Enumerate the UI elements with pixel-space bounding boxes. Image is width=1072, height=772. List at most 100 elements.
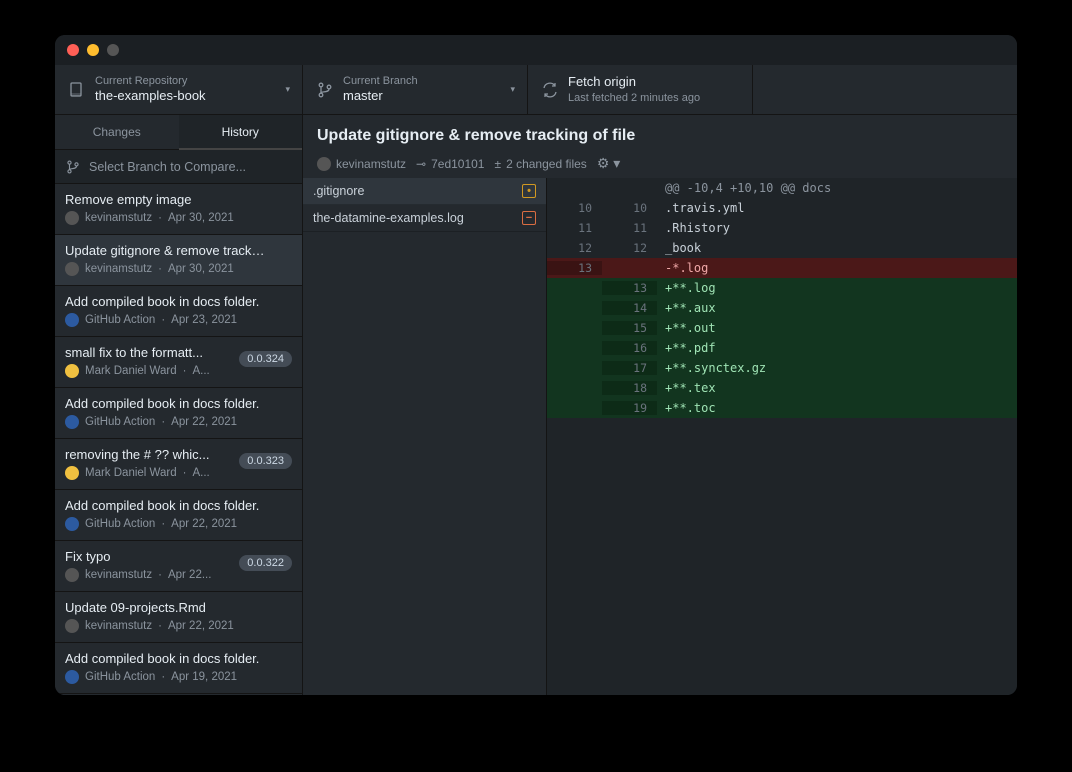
commit-item-title: Remove empty image bbox=[65, 192, 265, 207]
compare-placeholder: Select Branch to Compare... bbox=[89, 160, 246, 174]
diff-line: 1111.Rhistory bbox=[547, 218, 1017, 238]
diff-line: 16+**.pdf bbox=[547, 338, 1017, 358]
commit-item-title: Add compiled book in docs folder. bbox=[65, 498, 265, 513]
commit-item-author: kevinamstutz bbox=[85, 263, 152, 275]
changed-files-count[interactable]: ± 2 changed files bbox=[494, 157, 586, 171]
chevron-down-icon: ▾ bbox=[510, 84, 515, 95]
commit-item[interactable]: Add compiled book in docs folder. GitHub… bbox=[55, 286, 302, 337]
tab-history[interactable]: History bbox=[179, 115, 303, 150]
avatar bbox=[317, 157, 331, 171]
fetch-meta: Last fetched 2 minutes ago bbox=[568, 91, 700, 105]
commit-item-title: Update gitignore & remove tracki... bbox=[65, 243, 265, 258]
fetch-label: Fetch origin bbox=[568, 74, 700, 91]
tab-changes[interactable]: Changes bbox=[55, 115, 179, 150]
avatar bbox=[65, 517, 79, 531]
commit-item-author: GitHub Action bbox=[85, 518, 155, 530]
commit-list[interactable]: Remove empty image kevinamstutz ·Apr 30,… bbox=[55, 184, 302, 695]
commit-title: Update gitignore & remove tracking of fi… bbox=[317, 127, 1003, 145]
diff-line: 1212_book bbox=[547, 238, 1017, 258]
file-name: .gitignore bbox=[313, 184, 364, 198]
minimize-window-button[interactable] bbox=[87, 44, 99, 56]
avatar bbox=[65, 619, 79, 633]
commit-item[interactable]: Remove empty image kevinamstutz ·Apr 30,… bbox=[55, 184, 302, 235]
commit-item[interactable]: Update gitignore & remove tracki... kevi… bbox=[55, 235, 302, 286]
avatar bbox=[65, 211, 79, 225]
fetch-origin-button[interactable]: Fetch origin Last fetched 2 minutes ago bbox=[528, 65, 753, 114]
commit-item-title: Add compiled book in docs folder. bbox=[65, 651, 265, 666]
chevron-down-icon: ▾ bbox=[285, 84, 290, 95]
avatar bbox=[65, 262, 79, 276]
commit-item-title: small fix to the formatt... bbox=[65, 345, 265, 360]
commit-item-date: Apr 30, 2021 bbox=[168, 212, 234, 224]
commit-item-title: removing the # ?? whic... bbox=[65, 447, 265, 462]
diff-line: 18+**.tex bbox=[547, 378, 1017, 398]
commit-header: Update gitignore & remove tracking of fi… bbox=[303, 115, 1017, 178]
changed-file-list[interactable]: .gitignore •the-datamine-examples.log − bbox=[303, 178, 547, 695]
commit-author: kevinamstutz bbox=[317, 157, 406, 171]
avatar bbox=[65, 313, 79, 327]
diff-line: 13+**.log bbox=[547, 278, 1017, 298]
repo-icon bbox=[69, 82, 85, 98]
commit-item[interactable]: Add compiled book in docs folder. GitHub… bbox=[55, 490, 302, 541]
branch-name: master bbox=[343, 88, 418, 105]
branch-icon bbox=[317, 82, 333, 98]
file-status-icon: − bbox=[522, 211, 536, 225]
sidebar-tabs: Changes History bbox=[55, 115, 302, 150]
file-status-icon: • bbox=[522, 184, 536, 198]
commit-item-author: Mark Daniel Ward bbox=[85, 365, 177, 377]
branch-icon bbox=[65, 159, 81, 175]
avatar bbox=[65, 466, 79, 480]
repo-label: Current Repository bbox=[95, 74, 206, 88]
diff-line: 1010.travis.yml bbox=[547, 198, 1017, 218]
commit-item-title: Add compiled book in docs folder. bbox=[65, 396, 265, 411]
avatar bbox=[65, 670, 79, 684]
commit-sha[interactable]: ⊸ 7ed10101 bbox=[416, 157, 484, 171]
changed-file[interactable]: .gitignore • bbox=[303, 178, 546, 205]
commit-tag: 0.0.322 bbox=[239, 555, 292, 571]
avatar bbox=[65, 364, 79, 378]
commit-item-date: Apr 22, 2021 bbox=[171, 518, 237, 530]
diff-view[interactable]: @@ -10,4 +10,10 @@ docs 1010.travis.yml11… bbox=[547, 178, 1017, 695]
diff-hunk-header: @@ -10,4 +10,10 @@ docs bbox=[657, 181, 1017, 195]
changed-file[interactable]: the-datamine-examples.log − bbox=[303, 205, 546, 232]
diff-line: 14+**.aux bbox=[547, 298, 1017, 318]
current-repository-dropdown[interactable]: Current Repository the-examples-book ▾ bbox=[55, 65, 303, 114]
commit-item-author: kevinamstutz bbox=[85, 620, 152, 632]
commit-icon: ⊸ bbox=[416, 157, 426, 171]
commit-tag: 0.0.324 bbox=[239, 351, 292, 367]
commit-item-date: Apr 23, 2021 bbox=[171, 314, 237, 326]
current-branch-dropdown[interactable]: Current Branch master ▾ bbox=[303, 65, 528, 114]
diff-icon: ± bbox=[494, 157, 501, 171]
commit-item-date: Apr 19, 2021 bbox=[171, 671, 237, 683]
commit-item[interactable]: Fix typo kevinamstutz ·Apr 22... 0.0.322 bbox=[55, 541, 302, 592]
diff-line: 19+**.toc bbox=[547, 398, 1017, 418]
close-window-button[interactable] bbox=[67, 44, 79, 56]
file-name: the-datamine-examples.log bbox=[313, 211, 464, 225]
commit-item[interactable]: removing the # ?? whic... Mark Daniel Wa… bbox=[55, 439, 302, 490]
diff-options-button[interactable]: ⚙ ▾ bbox=[597, 155, 620, 172]
diff-line: 17+**.synctex.gz bbox=[547, 358, 1017, 378]
titlebar bbox=[55, 35, 1017, 65]
commit-item-date: Apr 22, 2021 bbox=[171, 416, 237, 428]
diff-line: 15+**.out bbox=[547, 318, 1017, 338]
maximize-window-button[interactable] bbox=[107, 44, 119, 56]
commit-item[interactable]: Add compiled book in docs folder. GitHub… bbox=[55, 388, 302, 439]
commit-item-author: kevinamstutz bbox=[85, 212, 152, 224]
main-pane: Update gitignore & remove tracking of fi… bbox=[303, 115, 1017, 695]
branch-compare-select[interactable]: Select Branch to Compare... bbox=[55, 150, 302, 184]
commit-item[interactable]: Update 09-projects.Rmd kevinamstutz ·Apr… bbox=[55, 592, 302, 643]
commit-item-author: GitHub Action bbox=[85, 416, 155, 428]
commit-item-date: A... bbox=[192, 365, 209, 377]
commit-item-title: Update 09-projects.Rmd bbox=[65, 600, 265, 615]
commit-item[interactable]: Add compiled book in docs folder. GitHub… bbox=[55, 643, 302, 694]
branch-label: Current Branch bbox=[343, 74, 418, 88]
commit-item-date: Apr 22... bbox=[168, 569, 211, 581]
commit-item[interactable]: small fix to the formatt... Mark Daniel … bbox=[55, 337, 302, 388]
commit-item-title: Add compiled book in docs folder. bbox=[65, 294, 265, 309]
commit-item-author: GitHub Action bbox=[85, 314, 155, 326]
sidebar: Changes History Select Branch to Compare… bbox=[55, 115, 303, 695]
commit-item-author: kevinamstutz bbox=[85, 569, 152, 581]
commit-tag: 0.0.323 bbox=[239, 453, 292, 469]
repo-name: the-examples-book bbox=[95, 88, 206, 105]
commit-item[interactable]: Update 09-projects.Rmd bbox=[55, 694, 302, 695]
